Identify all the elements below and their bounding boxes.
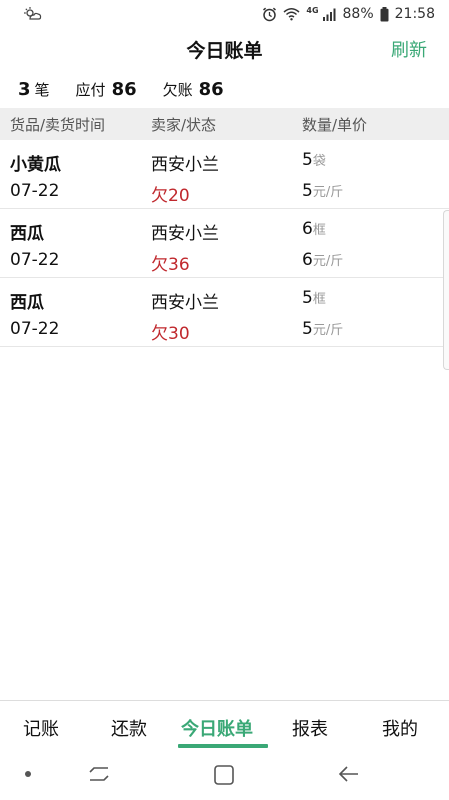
seller-name: 西安小兰 [151, 224, 219, 244]
edge-panel-handle[interactable] [443, 210, 449, 370]
unit-price: 5元/斤 [302, 319, 343, 339]
column-header-quantity: 数量/单价 [302, 115, 368, 134]
column-header-seller: 卖家/状态 [151, 115, 217, 134]
nav-record[interactable]: 记账 [23, 715, 59, 741]
nav-repay[interactable]: 还款 [111, 715, 147, 741]
home-icon[interactable] [213, 764, 235, 786]
summary-bar: 3 笔 应付 86 欠账 86 [0, 72, 449, 106]
battery-icon [380, 6, 389, 22]
table-row[interactable]: 小黄瓜 07-22 西安小兰 欠20 5袋 5元/斤 [0, 141, 449, 209]
quantity-value: 5 [302, 150, 313, 170]
owed-summary: 欠账 86 [163, 79, 224, 100]
unit-price: 5元/斤 [302, 181, 343, 201]
owed-value: 86 [198, 78, 224, 100]
unit-price: 6元/斤 [302, 250, 343, 270]
wifi-icon [283, 7, 300, 21]
table-row[interactable]: 西瓜 07-22 西安小兰 欠30 5框 5元/斤 [0, 279, 449, 347]
clock: 21:58 [394, 6, 435, 22]
owe-status: 欠20 [151, 186, 190, 206]
column-header-goods: 货品/卖货时间 [10, 115, 106, 134]
price-unit: 元/斤 [312, 254, 344, 269]
bill-count-value: 3 [18, 78, 31, 100]
nav-today-bill[interactable]: 今日账单 [181, 715, 253, 741]
refresh-button[interactable]: 刷新 [391, 36, 427, 62]
app-header: 今日账单 [0, 28, 449, 70]
nav-report[interactable]: 报表 [292, 715, 328, 741]
price-value: 6 [302, 250, 313, 270]
payable-value: 86 [111, 78, 137, 100]
price-unit: 元/斤 [312, 185, 344, 200]
page-title: 今日账单 [186, 39, 263, 62]
payable-label: 应付 [75, 80, 106, 99]
active-tab-indicator [178, 744, 268, 748]
seller-name: 西安小兰 [151, 293, 219, 313]
quantity: 6框 [302, 219, 326, 239]
table-row[interactable]: 西瓜 07-22 西安小兰 欠36 6框 6元/斤 [0, 210, 449, 278]
alarm-icon [262, 7, 277, 22]
table-header: 货品/卖货时间 卖家/状态 数量/单价 [0, 108, 449, 140]
goods-name: 西瓜 [10, 293, 44, 313]
owed-label: 欠账 [162, 80, 193, 99]
back-icon[interactable] [338, 764, 360, 784]
price-value: 5 [302, 181, 313, 201]
price-unit: 元/斤 [312, 323, 344, 338]
dot-icon[interactable] [24, 770, 32, 778]
quantity-unit: 袋 [312, 154, 326, 169]
price-value: 5 [302, 319, 313, 339]
seller-name: 西安小兰 [151, 155, 219, 175]
bill-count-unit: 笔 [34, 80, 50, 99]
goods-name: 西瓜 [10, 224, 44, 244]
status-bar: 4G 88% 21:58 [0, 0, 449, 28]
payable-summary: 应付 86 [76, 79, 137, 100]
owe-status: 欠30 [151, 324, 190, 344]
sale-date: 07-22 [10, 319, 60, 339]
weather-icon [24, 7, 42, 21]
quantity-unit: 框 [312, 223, 326, 238]
system-nav-bar [0, 752, 449, 800]
bottom-nav: 记账 还款 今日账单 报表 我的 [0, 700, 449, 750]
goods-name: 小黄瓜 [10, 155, 61, 175]
bill-count: 3 笔 [18, 79, 50, 100]
quantity: 5袋 [302, 150, 326, 170]
battery-percent: 88% [342, 6, 374, 22]
sale-date: 07-22 [10, 250, 60, 270]
nav-mine[interactable]: 我的 [382, 715, 418, 741]
recent-apps-icon[interactable] [88, 764, 110, 784]
owe-status: 欠36 [151, 255, 190, 275]
quantity: 5框 [302, 288, 326, 308]
quantity-unit: 框 [312, 292, 326, 307]
network-type: 4G [306, 5, 319, 15]
sale-date: 07-22 [10, 181, 60, 201]
quantity-value: 6 [302, 219, 313, 239]
quantity-value: 5 [302, 288, 313, 308]
signal-icon [322, 8, 337, 21]
